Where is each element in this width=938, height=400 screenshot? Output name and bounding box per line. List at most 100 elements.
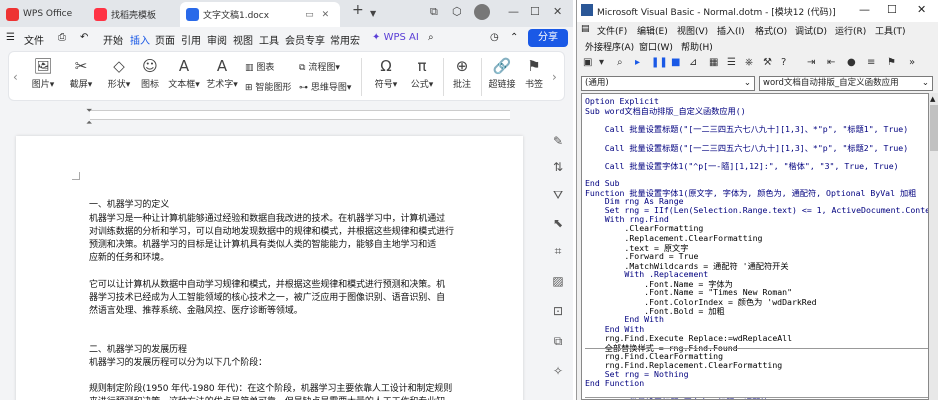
- break-icon[interactable]: ❚❚: [651, 57, 668, 68]
- undo-icon[interactable]: ↶: [80, 32, 88, 43]
- tab-docer[interactable]: 找稻壳模板: [88, 3, 176, 25]
- avatar[interactable]: [474, 4, 490, 20]
- icon-button[interactable]: ☺ 图标: [137, 55, 163, 90]
- document-page[interactable]: 一、机器学习的定义 机器学习是一种让计算机能够通过经验和数据自我改进的技术。在机器…: [16, 136, 523, 400]
- ribbon-scroll-right-icon[interactable]: ›: [552, 70, 557, 84]
- toolbar-options-icon[interactable]: »: [909, 57, 915, 68]
- vba-doc-icon[interactable]: ▤: [581, 24, 590, 34]
- vba-menu-window[interactable]: 窗口(W): [639, 40, 673, 53]
- object-browser-icon[interactable]: ⎈: [745, 57, 753, 68]
- vba-menu-insert[interactable]: 插入(I): [717, 24, 745, 37]
- format-icon[interactable]: ⌗: [551, 244, 565, 258]
- procedure-combo[interactable]: word文档自动排版_自定义函数应用 ⌄: [759, 76, 933, 91]
- toolbox-icon[interactable]: ⚒: [763, 57, 772, 68]
- indent-marker-icon[interactable]: ⏶: [86, 118, 92, 128]
- menu-view[interactable]: 视图: [233, 32, 253, 47]
- wordart-button[interactable]: A 艺术字▾: [203, 55, 241, 90]
- outdent-icon[interactable]: ⇤: [827, 57, 835, 68]
- design-mode-icon[interactable]: ⊿: [689, 57, 697, 68]
- close-icon[interactable]: ✕: [553, 5, 562, 18]
- vba-menu-view[interactable]: 视图(V): [677, 24, 708, 37]
- vba-menu-edit[interactable]: 编辑(E): [637, 24, 668, 37]
- chevron-down-icon[interactable]: ▼: [370, 9, 376, 18]
- tab-wps-office[interactable]: WPS Office: [0, 3, 82, 25]
- vba-menu-run[interactable]: 运行(R): [835, 24, 866, 37]
- toggle-breakpoint-icon[interactable]: ●: [847, 57, 856, 68]
- scroll-up-icon[interactable]: ▲: [930, 95, 935, 103]
- flowchart-button[interactable]: ⧉ 流程图▾: [299, 60, 340, 73]
- menu-wps-ai[interactable]: ✦ WPS AI: [372, 32, 419, 43]
- vba-menu-tools[interactable]: 工具(T): [875, 24, 906, 37]
- image-panel-icon[interactable]: ▨: [551, 274, 565, 288]
- maximize-icon[interactable]: ☐: [887, 3, 897, 16]
- formula-button[interactable]: π 公式▾: [405, 55, 439, 90]
- menu-file[interactable]: 文件: [24, 32, 44, 47]
- symbol-button[interactable]: Ω 符号▾: [369, 55, 403, 90]
- mindmap-button[interactable]: ⊶ 思维导图▾: [299, 80, 351, 93]
- run-icon[interactable]: ▸: [635, 57, 640, 68]
- project-explorer-icon[interactable]: ▦: [709, 57, 718, 68]
- menu-macros[interactable]: 常用宏: [330, 32, 360, 47]
- history-icon[interactable]: ◷: [490, 32, 499, 43]
- menu-page[interactable]: 页面: [155, 32, 175, 47]
- wps-window: WPS Office 找稻壳模板 文字文稿1.docx ▭ ✕ + ▼ ⧉ ⬡ …: [0, 0, 573, 400]
- menu-icon[interactable]: ☰: [6, 32, 15, 43]
- reset-icon[interactable]: ■: [671, 57, 680, 68]
- close-icon[interactable]: ✕: [917, 3, 926, 16]
- hyperlink-button[interactable]: 🔗 超链接: [485, 55, 519, 90]
- menu-insert[interactable]: 插入: [130, 32, 150, 47]
- minimize-icon[interactable]: —: [508, 5, 519, 18]
- code-scrollbar[interactable]: ▲: [929, 93, 938, 400]
- share-button[interactable]: 分享: [528, 29, 568, 47]
- screen-icon[interactable]: ▭: [305, 10, 314, 20]
- help-icon[interactable]: ?: [781, 57, 786, 68]
- maximize-icon[interactable]: ☐: [530, 5, 540, 18]
- screenshot-button[interactable]: ✂ 截屏▾: [63, 55, 99, 90]
- menu-review[interactable]: 审阅: [207, 32, 227, 47]
- indent-marker-icon[interactable]: ⏷: [86, 106, 92, 116]
- restore-icon[interactable]: ⧉: [430, 5, 438, 19]
- comment-button[interactable]: ⊕ 批注: [447, 55, 477, 90]
- vba-menu-debug[interactable]: 调试(D): [795, 24, 827, 37]
- smartart-button[interactable]: ⊞ 智能图形: [245, 80, 291, 93]
- search-icon[interactable]: ⌕: [428, 32, 434, 43]
- find-icon[interactable]: ⌕: [617, 57, 623, 68]
- adjust-icon[interactable]: ⇅: [551, 160, 565, 174]
- vba-menu-file[interactable]: 文件(F): [597, 24, 627, 37]
- new-tab-button[interactable]: +: [352, 2, 364, 18]
- code-editor[interactable]: Option Explicit Sub word文档自动排版_自定义函数应用() …: [581, 93, 929, 400]
- insert-picture-button[interactable]: 🖼 图片▾: [25, 55, 61, 90]
- shape-button[interactable]: ◇ 形状▾: [101, 55, 137, 90]
- menu-tools[interactable]: 工具: [259, 32, 279, 47]
- properties-icon[interactable]: ☰: [727, 57, 736, 68]
- select-icon[interactable]: ⬉: [551, 216, 565, 230]
- scroll-thumb[interactable]: [930, 105, 938, 151]
- chart-button[interactable]: ▥ 图表: [245, 60, 274, 73]
- bookmark-button[interactable]: ⚑ 书签: [521, 55, 547, 90]
- vba-menu-addins[interactable]: 外接程序(A): [585, 40, 634, 53]
- menu-member[interactable]: 会员专享: [285, 32, 325, 47]
- textbox-button[interactable]: A 文本框▾: [165, 55, 203, 90]
- menu-reference[interactable]: 引用: [181, 32, 201, 47]
- bookmark-toggle-icon[interactable]: ⚑: [887, 57, 896, 68]
- insert-module-icon[interactable]: ▾: [599, 57, 604, 68]
- bookmark-panel-icon[interactable]: ⊡: [551, 304, 565, 318]
- layers-icon[interactable]: ⧉: [551, 334, 565, 348]
- ribbon-scroll-left-icon[interactable]: ‹: [13, 70, 18, 84]
- menu-home[interactable]: 开始: [103, 32, 123, 47]
- tab-document[interactable]: 文字文稿1.docx ▭ ✕: [180, 2, 340, 27]
- skin-icon[interactable]: ⬡: [452, 5, 462, 18]
- minimize-icon[interactable]: —: [859, 3, 870, 16]
- vba-menu-format[interactable]: 格式(O): [755, 24, 787, 37]
- vba-menu-help[interactable]: 帮助(H): [681, 40, 713, 53]
- close-tab-icon[interactable]: ✕: [322, 10, 330, 20]
- comment-block-icon[interactable]: ≡: [867, 57, 875, 68]
- indent-icon[interactable]: ⇥: [807, 57, 815, 68]
- view-word-icon[interactable]: ▣: [583, 57, 592, 68]
- ai-icon[interactable]: ✧: [551, 364, 565, 378]
- filter-icon[interactable]: ⛛: [551, 188, 565, 202]
- collapse-icon[interactable]: ⌃: [510, 32, 518, 43]
- save-icon[interactable]: ⎙: [58, 32, 66, 43]
- object-combo[interactable]: (通用) ⌄: [581, 76, 755, 91]
- pen-icon[interactable]: ✎: [551, 134, 565, 148]
